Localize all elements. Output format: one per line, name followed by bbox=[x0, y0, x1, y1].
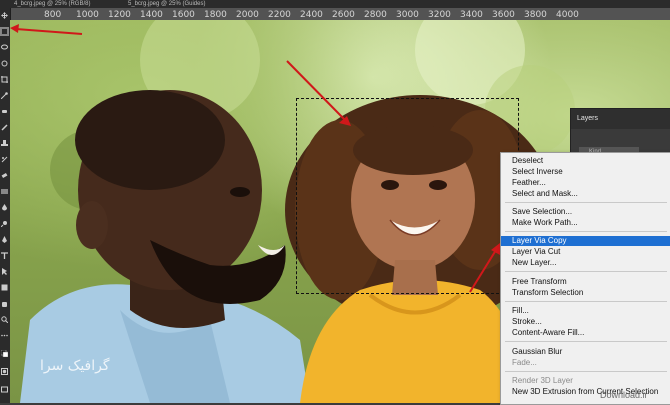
menu-item-stroke[interactable]: Stroke... bbox=[501, 317, 670, 327]
menu-separator bbox=[505, 231, 667, 232]
move-tool-icon[interactable] bbox=[1, 12, 8, 19]
ruler-tick: 2800 bbox=[364, 10, 387, 20]
ruler-tick: 3800 bbox=[524, 10, 547, 20]
crop-tool-icon[interactable] bbox=[1, 76, 8, 83]
tab-document-1[interactable]: 4_bcrg.jpeg @ 25% (RGB/8) bbox=[14, 0, 90, 8]
ruler-tick: 2200 bbox=[268, 10, 291, 20]
context-menu: Deselect Select Inverse Feather... Selec… bbox=[500, 152, 670, 405]
healing-brush-tool-icon[interactable] bbox=[1, 108, 8, 115]
menu-item-feather[interactable]: Feather... bbox=[501, 178, 670, 188]
ruler-tick: 3000 bbox=[396, 10, 419, 20]
blur-tool-icon[interactable] bbox=[1, 204, 8, 211]
hand-tool-icon[interactable] bbox=[1, 300, 8, 307]
lasso-tool-icon[interactable] bbox=[1, 44, 8, 51]
watermark-logo: گرافیک سرا bbox=[40, 358, 110, 374]
menu-item-save-selection[interactable]: Save Selection... bbox=[501, 207, 670, 217]
menu-item-content-aware-fill[interactable]: Content-Aware Fill... bbox=[501, 328, 670, 338]
document-tab-bar: 4_bcrg.jpeg @ 25% (RGB/8) 5_bcrg.jpeg @ … bbox=[0, 0, 670, 8]
eyedropper-tool-icon[interactable] bbox=[1, 92, 8, 99]
type-tool-icon[interactable] bbox=[1, 252, 8, 259]
menu-item-transform-selection[interactable]: Transform Selection bbox=[501, 288, 670, 298]
clone-stamp-tool-icon[interactable] bbox=[1, 140, 8, 147]
history-brush-tool-icon[interactable] bbox=[1, 156, 8, 163]
gradient-tool-icon[interactable] bbox=[1, 188, 8, 195]
ruler-tick: 4000 bbox=[556, 10, 579, 20]
toolbar-annotation-arrow bbox=[10, 24, 83, 35]
menu-item-select-inverse[interactable]: Select Inverse bbox=[501, 167, 670, 177]
shape-tool-icon[interactable] bbox=[1, 284, 8, 291]
layers-panel-title[interactable]: Layers bbox=[571, 109, 670, 129]
pen-tool-icon[interactable] bbox=[1, 236, 8, 243]
watermark-text: Download.ir bbox=[600, 390, 648, 400]
ruler-tick: 3200 bbox=[428, 10, 451, 20]
menu-separator bbox=[505, 341, 667, 342]
screen-mode-icon[interactable] bbox=[1, 386, 8, 393]
menu-separator bbox=[505, 301, 667, 302]
ruler-tick: 1000 bbox=[76, 10, 99, 20]
zoom-tool-icon[interactable] bbox=[1, 316, 8, 323]
menu-item-layer-via-copy[interactable]: Layer Via Copy bbox=[501, 236, 670, 246]
menu-item-select-and-mask[interactable]: Select and Mask... bbox=[501, 189, 670, 199]
brush-tool-icon[interactable] bbox=[1, 124, 8, 131]
quick-select-tool-icon[interactable] bbox=[1, 60, 8, 67]
ruler-tick: 1600 bbox=[172, 10, 195, 20]
menu-item-new-layer[interactable]: New Layer... bbox=[501, 258, 670, 268]
menu-separator bbox=[505, 271, 667, 272]
tab-document-2[interactable]: 5_bcrg.jpeg @ 25% (Guides) bbox=[128, 0, 205, 8]
menu-item-fill[interactable]: Fill... bbox=[501, 306, 670, 316]
ruler-tick: 3400 bbox=[460, 10, 483, 20]
menu-item-free-transform[interactable]: Free Transform bbox=[501, 277, 670, 287]
menu-item-layer-via-cut[interactable]: Layer Via Cut bbox=[501, 247, 670, 257]
path-selection-tool-icon[interactable] bbox=[1, 268, 8, 275]
ruler-tick: 2000 bbox=[236, 10, 259, 20]
menu-separator bbox=[505, 202, 667, 203]
eraser-tool-icon[interactable] bbox=[1, 172, 8, 179]
foreground-color-swatch[interactable] bbox=[1, 350, 8, 357]
menu-separator bbox=[505, 371, 667, 372]
ruler-tick: 3600 bbox=[492, 10, 515, 20]
ruler-tick: 1200 bbox=[108, 10, 131, 20]
menu-item-gaussian-blur[interactable]: Gaussian Blur bbox=[501, 347, 670, 357]
ruler-tick: 1800 bbox=[204, 10, 227, 20]
quick-mask-icon[interactable] bbox=[1, 368, 8, 375]
ruler-tick: 2400 bbox=[300, 10, 323, 20]
menu-item-make-work-path[interactable]: Make Work Path... bbox=[501, 218, 670, 228]
dodge-tool-icon[interactable] bbox=[1, 220, 8, 227]
more-tools-icon[interactable] bbox=[1, 332, 8, 339]
menu-item-deselect[interactable]: Deselect bbox=[501, 156, 670, 166]
ruler-tick: 2600 bbox=[332, 10, 355, 20]
ruler-tick: 1400 bbox=[140, 10, 163, 20]
menu-item-render-3d-layer: Render 3D Layer bbox=[512, 376, 573, 385]
ruler-tick: 800 bbox=[44, 10, 62, 20]
menu-item-fade: Fade... bbox=[512, 358, 537, 367]
